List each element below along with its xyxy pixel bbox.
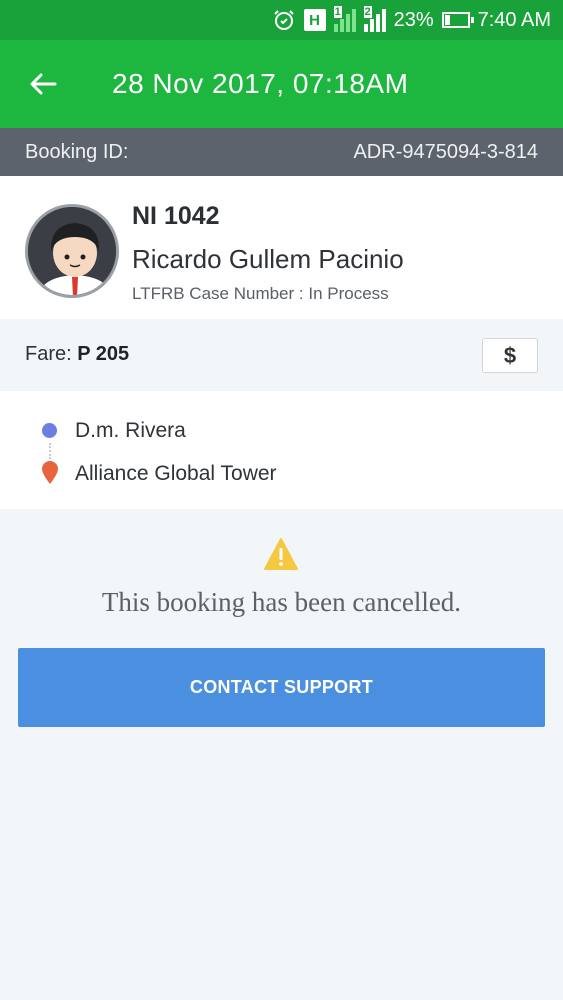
hspa-indicator-icon: H: [303, 9, 326, 31]
dollar-icon: $: [503, 342, 517, 368]
payment-method-button[interactable]: $: [482, 338, 538, 373]
dropoff-location: Alliance Global Tower: [75, 462, 277, 485]
fare-label-text: Fare:: [25, 343, 72, 365]
battery-icon: [441, 12, 474, 28]
status-bar: H 1 2 23% 7:40 AM: [0, 0, 563, 40]
clock: 7:40 AM: [477, 8, 551, 31]
cancellation-section: This booking has been cancelled. CONTACT…: [0, 509, 563, 1000]
booking-id-label: Booking ID:: [25, 140, 129, 163]
sim1-label: 1: [333, 6, 342, 18]
signal-sim1-icon: 1: [333, 6, 356, 32]
route-card: D.m. Rivera Alliance Global Tower: [0, 391, 563, 509]
fare-label: Fare: P 205: [25, 343, 129, 366]
back-button[interactable]: [0, 40, 86, 128]
vehicle-plate: NI 1042: [132, 202, 220, 230]
cancellation-message: This booking has been cancelled.: [101, 587, 462, 617]
fare-row: Fare: P 205: [0, 319, 563, 391]
driver-name: Ricardo Gullem Pacinio: [132, 244, 404, 274]
warning-icon: [264, 538, 298, 570]
route-connector: [49, 443, 51, 459]
page-title: 28 Nov 2017, 07:18AM: [112, 68, 409, 99]
fare-value: P 205: [77, 343, 130, 365]
driver-avatar: [25, 204, 119, 298]
app-bar: 28 Nov 2017, 07:18AM: [0, 40, 563, 128]
signal-sim2-icon: 2: [363, 6, 386, 32]
arrow-left-icon: [30, 73, 57, 95]
booking-id-bar: Booking ID: ADR-9475094-3-814: [0, 128, 563, 176]
pickup-dot-icon: [42, 423, 57, 438]
battery-percent: 23%: [393, 8, 434, 31]
pickup-location: D.m. Rivera: [75, 419, 186, 442]
driver-card: NI 1042 Ricardo Gullem Pacinio LTFRB Cas…: [0, 176, 563, 319]
ltfrb-case-number: LTFRB Case Number : In Process: [132, 284, 389, 303]
booking-id-value: ADR-9475094-3-814: [353, 140, 538, 163]
dropoff-pin-icon: [42, 461, 58, 484]
contact-support-button[interactable]: CONTACT SUPPORT: [18, 648, 545, 727]
alarm-clock-icon: [272, 8, 296, 32]
sim2-label: 2: [363, 6, 372, 18]
